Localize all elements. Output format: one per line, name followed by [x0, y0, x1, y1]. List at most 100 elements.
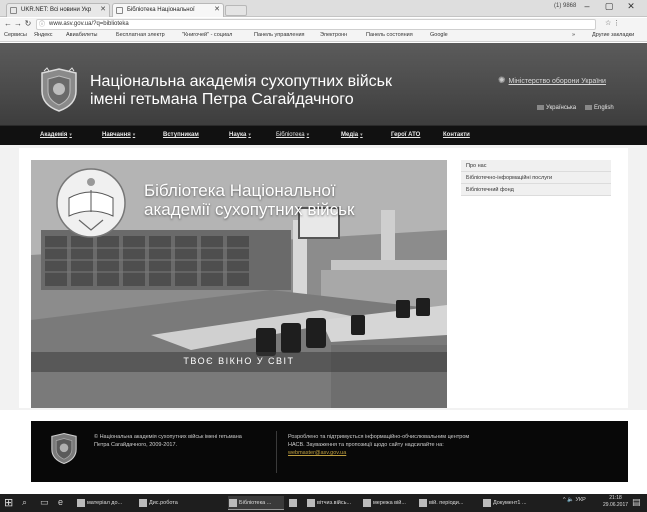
- chevron-down-icon: ▾: [69, 132, 72, 138]
- minimize-icon[interactable]: –: [578, 1, 596, 11]
- taskbar-app-label: вітчиз.війсь...: [317, 500, 352, 506]
- nav-label: Медіа: [341, 132, 359, 138]
- taskbar-app-dis[interactable]: Дис.робота: [138, 496, 192, 510]
- chevron-down-icon: ▾: [306, 132, 310, 138]
- nav-label: Бібліотека: [276, 132, 305, 138]
- side-link-services[interactable]: Бібліотечно-інформаційні послуги: [461, 172, 611, 184]
- chevron-down-icon: ▾: [132, 132, 136, 138]
- browser-tab-bar: UKR.NET: Всі новини Укр ✕ Бібліотека Нац…: [0, 0, 647, 17]
- footer-email-link[interactable]: webmaster@asv.gov.ua: [288, 450, 346, 456]
- bookmarks-overflow[interactable]: »: [572, 32, 575, 38]
- app-icon: [77, 499, 85, 507]
- new-tab-button[interactable]: [225, 5, 247, 16]
- nav-label: Вступникам: [163, 132, 199, 138]
- forward-icon[interactable]: →: [13, 19, 23, 28]
- maximize-icon[interactable]: ▢: [600, 1, 618, 12]
- footer-copyright: © Національна академія сухопутних військ…: [94, 434, 242, 448]
- address-bar: ← → ↻ ⓘ www.asv.gov.ua/?q=biblioteka ☆ ⋮: [0, 18, 647, 31]
- url-input[interactable]: ⓘ www.asv.gov.ua/?q=biblioteka: [36, 19, 596, 30]
- taskbar-app-material[interactable]: матеріал до...: [76, 496, 134, 510]
- lang-english-label: English: [594, 105, 614, 112]
- bookmark-star-icon[interactable]: ☆ ⋮: [605, 19, 620, 27]
- taskbar-app-label: вій. періоди...: [429, 500, 464, 506]
- bookmark-google[interactable]: Google: [430, 32, 448, 38]
- taskbar-app-label: Бібліотека ...: [239, 500, 272, 506]
- close-tab-icon[interactable]: ✕: [100, 4, 106, 16]
- clock-date: 29.06.2017: [603, 502, 629, 508]
- nav-label: Академія: [40, 132, 68, 138]
- nav-label: Наука: [229, 132, 247, 138]
- banner-title-line1: Бібліотека Національної: [144, 181, 336, 200]
- windows-start-icon[interactable]: ⊞: [4, 496, 13, 509]
- close-window-icon[interactable]: ✕: [622, 1, 640, 12]
- taskbar-app-merezha[interactable]: мережа вій...: [362, 496, 416, 510]
- bookmark-knigochei[interactable]: "Книгочей" - социал: [182, 32, 232, 38]
- ministry-link[interactable]: ✺ Міністерство оборони України: [498, 75, 606, 86]
- bookmark-other[interactable]: Другие закладки: [592, 32, 634, 38]
- nav-media[interactable]: Медіа ▾: [341, 132, 363, 138]
- nav-contacts[interactable]: Контакти: [443, 132, 470, 138]
- footer-credits: Розроблено та підтримується інформаційно…: [288, 433, 478, 457]
- browser-tab-library[interactable]: Бібліотека Національної ✕: [112, 3, 224, 17]
- nav-label: Герої АТО: [391, 132, 421, 138]
- lang-ukrainian-label: Українська: [546, 105, 577, 112]
- browser-tab-ukrnet[interactable]: UKR.NET: Всі новини Укр ✕: [6, 3, 110, 17]
- url-text: www.asv.gov.ua/?q=biblioteka: [49, 21, 129, 27]
- word-icon: [363, 499, 371, 507]
- nav-library[interactable]: Бібліотека ▾: [276, 132, 309, 138]
- close-tab-icon[interactable]: ✕: [214, 4, 220, 16]
- notifications-icon[interactable]: ▤: [632, 497, 641, 508]
- nav-heroes[interactable]: Герої АТО: [391, 132, 420, 138]
- app-icon: [139, 499, 147, 507]
- taskbar-app-library[interactable]: Бібліотека ...: [228, 496, 284, 510]
- taskbar-app-label: матеріал до...: [87, 500, 123, 506]
- side-link-fund[interactable]: Бібліотечний фонд: [461, 184, 611, 196]
- bookmark-free[interactable]: Бесплатная электр: [116, 32, 165, 38]
- reload-icon[interactable]: ↻: [23, 19, 33, 28]
- bookmark-panel[interactable]: Панель управления: [254, 32, 305, 38]
- bookmarks-bar: Сервисы Яндекс Авиабилеты Бесплатная эле…: [0, 31, 647, 42]
- site-title-line1: Національна академія сухопутних військ: [90, 73, 392, 90]
- taskbar-app-periods[interactable]: вій. періоди...: [418, 496, 478, 510]
- bookmark-avia[interactable]: Авиабилеты: [66, 32, 98, 38]
- side-link-about[interactable]: Про нас: [461, 160, 611, 172]
- library-side-menu: Про нас Бібліотечно-інформаційні послуги…: [461, 160, 611, 196]
- info-icon[interactable]: ⓘ: [39, 21, 45, 30]
- site-title[interactable]: Національна академія сухопутних військ і…: [90, 73, 392, 109]
- banner-slogan: ТВОЄ ВІКНО У СВІТ: [183, 356, 295, 366]
- favicon-icon: [116, 7, 123, 14]
- task-view-icon[interactable]: ▭: [40, 497, 49, 508]
- edge-icon[interactable]: e: [58, 497, 63, 507]
- nav-education[interactable]: Навчання ▾: [102, 132, 135, 138]
- taskbar-app-files[interactable]: [288, 496, 302, 510]
- word-icon: [307, 499, 315, 507]
- bookmark-status-panel[interactable]: Панель состояния: [366, 32, 413, 38]
- search-icon[interactable]: ⌕: [22, 497, 27, 508]
- site-header: Національна академія сухопутних військ і…: [0, 43, 647, 125]
- emblem-icon: ✺: [498, 75, 506, 85]
- academy-crest-icon[interactable]: [38, 67, 80, 113]
- bookmark-services[interactable]: Сервисы: [4, 32, 27, 38]
- nav-science[interactable]: Наука ▾: [229, 132, 251, 138]
- taskbar-app-vitchyz[interactable]: вітчиз.війсь...: [306, 496, 360, 510]
- system-tray[interactable]: ^ 🔈 УКР: [563, 497, 586, 503]
- taskbar-clock[interactable]: 21:18 29.06.2017: [603, 495, 628, 509]
- bookmark-yandex[interactable]: Яндекс: [34, 32, 53, 38]
- library-banner: Бібліотека Національної академії сухопут…: [31, 160, 447, 408]
- lang-ukrainian[interactable]: Українська: [537, 105, 576, 111]
- footer-credits-text: Розроблено та підтримується інформаційно…: [288, 434, 470, 448]
- clock-time: 21:18: [609, 495, 622, 501]
- bookmark-electron[interactable]: Электронн: [320, 32, 347, 38]
- ministry-link-label: Міністерство оборони України: [508, 78, 606, 85]
- back-icon[interactable]: ←: [3, 19, 13, 28]
- favicon-icon: [10, 7, 17, 14]
- nav-academy[interactable]: Академія ▾: [40, 132, 72, 138]
- taskbar-app-document[interactable]: Документ1 ...: [482, 496, 544, 510]
- flag-en-icon: [585, 105, 592, 110]
- folder-icon: [289, 499, 297, 507]
- taskbar-app-label: Документ1 ...: [493, 500, 527, 506]
- lang-english[interactable]: English: [585, 105, 614, 111]
- tab-label: Бібліотека Національної: [127, 7, 195, 13]
- nav-applicants[interactable]: Вступникам: [163, 132, 199, 138]
- window-user-label[interactable]: (1) 9868: [554, 3, 576, 9]
